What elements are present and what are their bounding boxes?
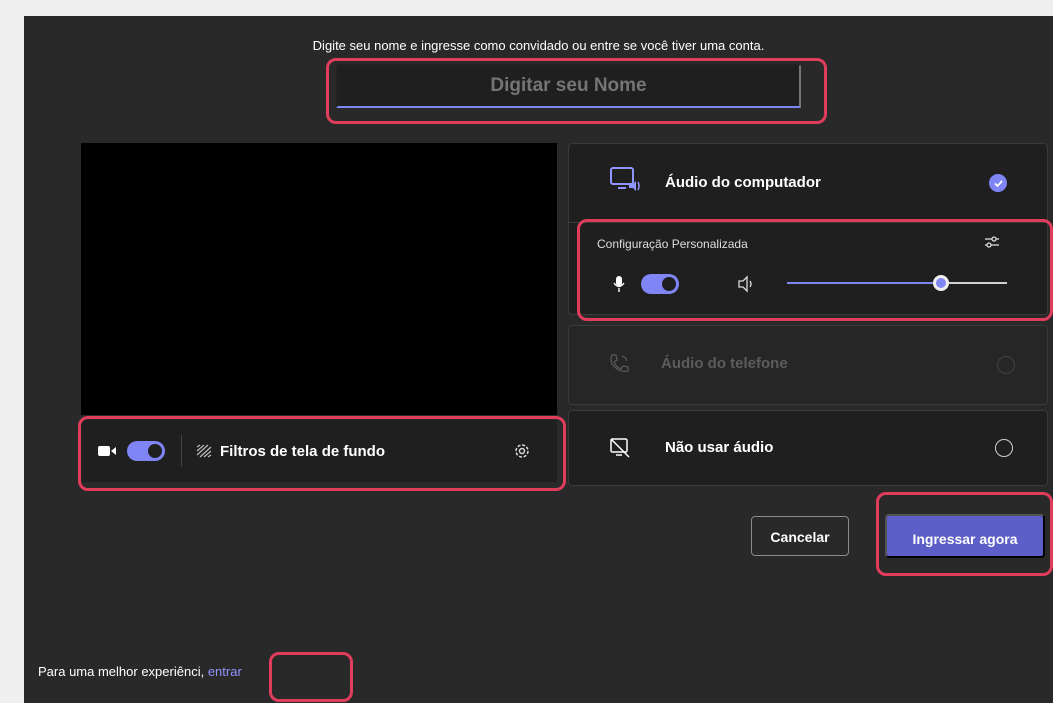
computer-audio-option[interactable]: Áudio do computador Configuração Persona… xyxy=(568,143,1048,315)
speaker-icon xyxy=(737,275,757,293)
computer-audio-label: Áudio do computador xyxy=(665,174,821,191)
name-input[interactable] xyxy=(336,64,801,108)
computer-audio-radio[interactable] xyxy=(989,174,1007,192)
no-audio-icon xyxy=(609,437,631,459)
phone-audio-label: Áudio do telefone xyxy=(661,355,788,372)
no-audio-radio[interactable] xyxy=(995,439,1013,457)
toggle-knob xyxy=(148,444,162,458)
custom-config-section: Configuração Personalizada xyxy=(569,222,1047,315)
background-filters-button[interactable]: Filtros de tela de fundo xyxy=(220,443,385,460)
computer-audio-icon xyxy=(609,166,641,196)
settings-gear-icon[interactable] xyxy=(513,442,531,460)
divider xyxy=(181,435,182,467)
phone-audio-radio xyxy=(997,356,1015,374)
video-controls-bar: Filtros de tela de fundo xyxy=(81,420,557,482)
camera-icon xyxy=(97,443,119,459)
custom-config-label: Configuração Personalizada xyxy=(597,237,748,251)
phone-icon xyxy=(607,352,631,376)
volume-slider-thumb[interactable] xyxy=(933,275,949,291)
cancel-button[interactable]: Cancelar xyxy=(751,516,849,556)
footer: Para uma melhor experiênci, entrar xyxy=(38,664,242,679)
microphone-toggle[interactable] xyxy=(641,274,679,294)
video-preview xyxy=(81,143,557,415)
camera-toggle[interactable] xyxy=(127,441,165,461)
sign-in-link[interactable]: entrar xyxy=(208,664,242,679)
join-prompt: Digite seu nome e ingresse como convidad… xyxy=(312,38,765,53)
footer-text: Para uma melhor experiênci xyxy=(38,664,201,679)
speaker-volume-slider[interactable] xyxy=(787,273,1007,293)
microphone-icon xyxy=(613,275,625,293)
device-settings-icon[interactable] xyxy=(983,233,1001,251)
phone-audio-option: Áudio do telefone xyxy=(568,325,1048,405)
toggle-knob xyxy=(662,277,676,291)
no-audio-option[interactable]: Não usar áudio xyxy=(568,410,1048,486)
teams-prejoin-screen: Digite seu nome e ingresse como convidad… xyxy=(24,16,1053,703)
background-filters-icon xyxy=(196,444,212,458)
no-audio-label: Não usar áudio xyxy=(665,439,774,456)
highlight-sign-in-link xyxy=(269,652,353,702)
join-now-button[interactable]: Ingressar agora xyxy=(885,514,1045,558)
